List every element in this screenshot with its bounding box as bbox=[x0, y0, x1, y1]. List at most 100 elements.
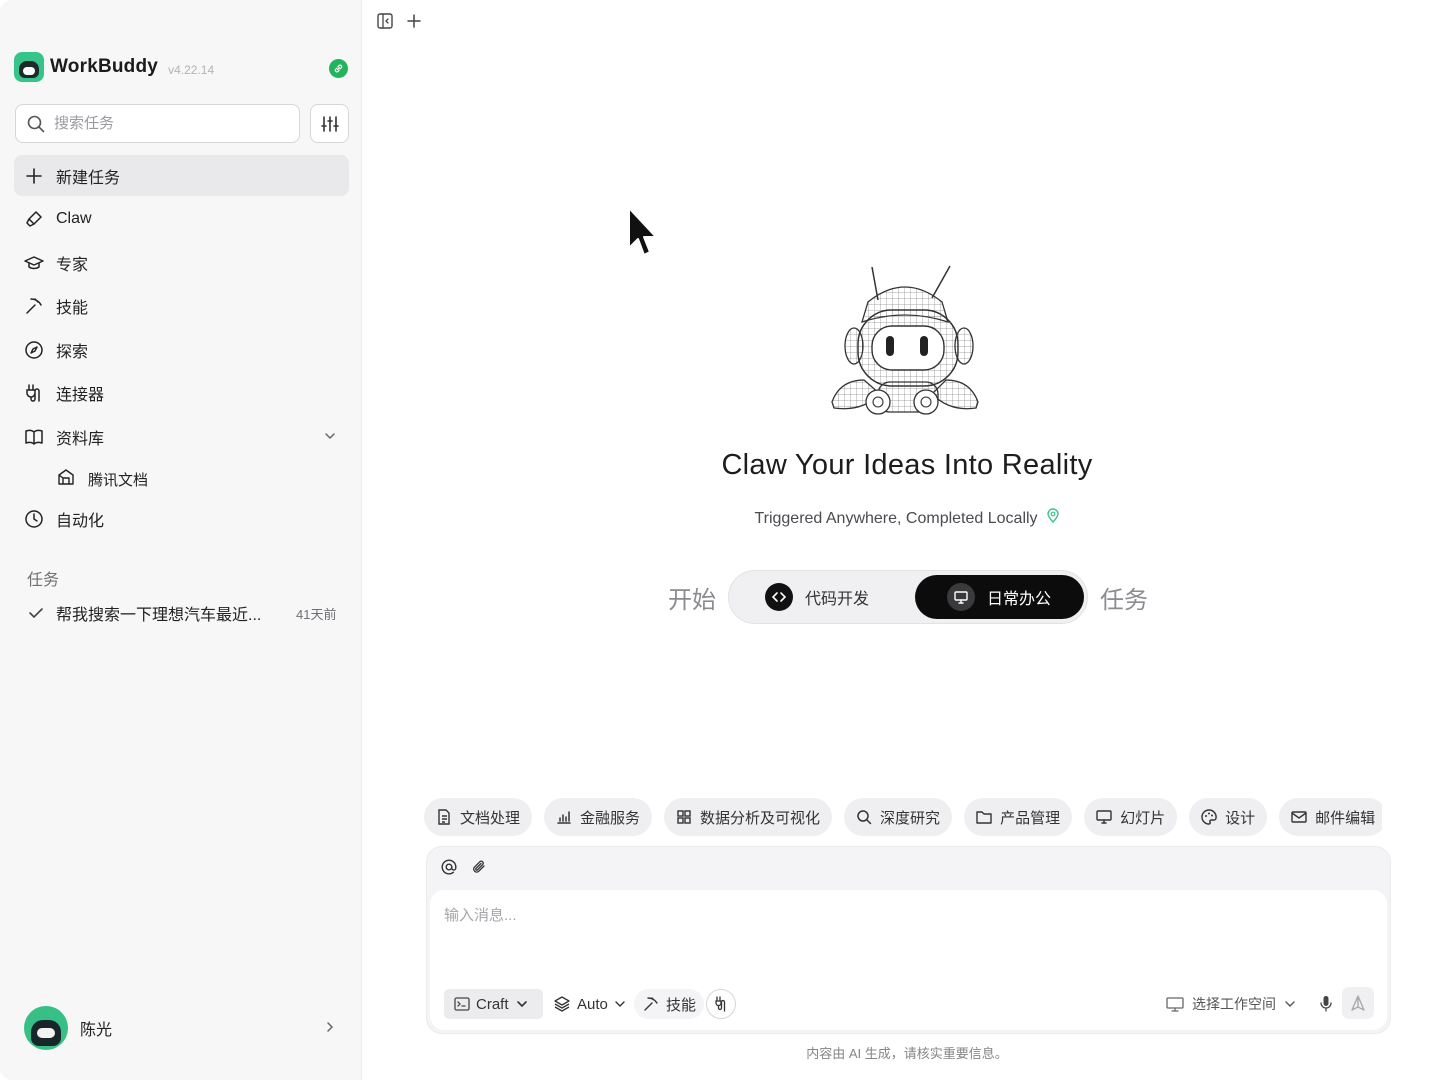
chip-slides[interactable]: 幻灯片 bbox=[1084, 798, 1178, 836]
ai-disclaimer: 内容由 AI 生成，请核实重要信息。 bbox=[806, 1046, 1008, 1061]
chip-deep-research[interactable]: 深度研究 bbox=[844, 798, 953, 836]
sidebar-item-connectors[interactable]: 连接器 bbox=[14, 373, 349, 414]
attachment-icon[interactable] bbox=[471, 859, 487, 880]
user-profile[interactable]: 陈光 bbox=[24, 1005, 344, 1051]
filter-button[interactable] bbox=[310, 104, 349, 143]
terminal-icon bbox=[454, 997, 470, 1011]
chevron-down-icon bbox=[516, 1001, 527, 1008]
message-input[interactable] bbox=[444, 904, 1344, 964]
check-icon bbox=[29, 608, 43, 619]
layers-icon bbox=[554, 996, 570, 1012]
sidebar-toggle-icon[interactable] bbox=[376, 12, 394, 35]
sidebar-item-label: 探索 bbox=[56, 343, 89, 361]
document-icon bbox=[438, 809, 450, 825]
code-icon bbox=[765, 583, 793, 611]
chip-label: 邮件编辑 bbox=[1315, 809, 1376, 827]
chip-product-management[interactable]: 产品管理 bbox=[964, 798, 1073, 836]
sidebar: WorkBuddy v4.22.14 新建任务 Claw 专家 技能 探索 bbox=[0, 0, 362, 1080]
chip-doc-processing[interactable]: 文档处理 bbox=[424, 798, 533, 836]
search-input[interactable] bbox=[54, 115, 274, 132]
pickaxe-icon bbox=[24, 296, 44, 316]
new-tab-plus-icon[interactable] bbox=[406, 13, 422, 34]
mode-toggle[interactable]: 代码开发 日常办公 bbox=[728, 570, 1088, 624]
avatar bbox=[24, 1006, 68, 1050]
microphone-icon bbox=[1320, 996, 1332, 1012]
craft-mode-dropdown[interactable]: Craft bbox=[444, 989, 543, 1019]
plug-icon bbox=[715, 996, 726, 1012]
craft-label: Craft bbox=[476, 995, 509, 1013]
chip-label: 文档处理 bbox=[460, 809, 521, 827]
tencent-docs-icon bbox=[56, 467, 76, 491]
chevron-right-icon bbox=[324, 1020, 336, 1039]
tasks-section-title: 任务 bbox=[27, 572, 60, 589]
mode-prefix: 开始 bbox=[668, 586, 716, 614]
chip-data-analysis[interactable]: 数据分析及可视化 bbox=[664, 798, 833, 836]
grid-icon bbox=[677, 810, 691, 824]
palette-icon bbox=[1201, 809, 1217, 825]
composer-tools bbox=[441, 859, 487, 880]
book-open-icon bbox=[24, 427, 44, 447]
message-composer: Craft Auto 技能 选择工作空间 bbox=[426, 846, 1391, 1034]
chip-email[interactable]: 邮件编辑 bbox=[1279, 798, 1382, 836]
monitor-icon bbox=[1166, 997, 1184, 1012]
brand: WorkBuddy v4.22.14 bbox=[14, 52, 214, 82]
pickaxe-icon bbox=[644, 997, 658, 1011]
chip-label: 产品管理 bbox=[1000, 809, 1061, 827]
sidebar-item-label: 自动化 bbox=[56, 512, 105, 530]
presentation-icon bbox=[1096, 810, 1112, 824]
sliders-icon bbox=[320, 115, 339, 132]
task-time: 41天前 bbox=[296, 606, 337, 622]
chip-label: 数据分析及可视化 bbox=[700, 809, 821, 827]
sidebar-item-label: 腾讯文档 bbox=[88, 471, 149, 489]
search-icon bbox=[857, 810, 872, 825]
send-button[interactable] bbox=[1342, 987, 1374, 1019]
mode-option-label: 日常办公 bbox=[987, 591, 1052, 608]
chip-finance[interactable]: 金融服务 bbox=[544, 798, 653, 836]
sidebar-item-skills[interactable]: 技能 bbox=[14, 286, 349, 327]
sidebar-item-claw[interactable]: Claw bbox=[14, 199, 349, 240]
sidebar-item-label: 连接器 bbox=[56, 387, 105, 405]
connection-status-icon[interactable] bbox=[329, 59, 348, 78]
user-name: 陈光 bbox=[80, 1022, 113, 1039]
mention-icon[interactable] bbox=[441, 859, 457, 880]
chip-design[interactable]: 设计 bbox=[1189, 798, 1268, 836]
sidebar-item-label: 资料库 bbox=[56, 431, 105, 449]
model-dropdown[interactable]: Auto bbox=[553, 989, 626, 1019]
sidebar-subitem-tencent-docs[interactable]: 腾讯文档 bbox=[14, 460, 349, 498]
chevron-down-icon bbox=[1285, 1001, 1295, 1007]
mail-icon bbox=[1291, 811, 1307, 823]
sidebar-item-label: 新建任务 bbox=[56, 169, 121, 187]
task-list-item[interactable]: 帮我搜索一下理想汽车最近... 41天前 bbox=[14, 594, 349, 632]
sidebar-item-automation[interactable]: 自动化 bbox=[14, 498, 349, 539]
mode-row: 开始 代码开发 日常办公 任务 bbox=[668, 570, 1148, 624]
chip-label: 深度研究 bbox=[880, 809, 941, 827]
sidebar-item-experts[interactable]: 专家 bbox=[14, 242, 349, 283]
skill-button[interactable]: 技能 bbox=[634, 989, 705, 1019]
monitor-icon bbox=[947, 583, 975, 611]
mode-option-office[interactable]: 日常办公 bbox=[915, 575, 1084, 619]
mode-option-code[interactable]: 代码开发 bbox=[765, 575, 869, 619]
compass-icon bbox=[24, 340, 44, 360]
clock-icon bbox=[24, 509, 44, 529]
chip-label: 设计 bbox=[1225, 809, 1256, 827]
search-box[interactable] bbox=[15, 104, 300, 143]
chevron-down-icon[interactable] bbox=[323, 429, 337, 448]
sidebar-item-library[interactable]: 资料库 bbox=[14, 417, 349, 458]
search-icon bbox=[27, 115, 45, 132]
skill-label: 技能 bbox=[666, 996, 697, 1014]
microphone-button[interactable] bbox=[1314, 989, 1338, 1019]
topbar bbox=[376, 12, 422, 35]
sidebar-item-new-task[interactable]: 新建任务 bbox=[14, 155, 349, 196]
prompt-chips: 文档处理 金融服务 数据分析及可视化 深度研究 产品管理 幻灯片 设计 邮件编辑 bbox=[424, 798, 1382, 836]
sidebar-item-explore[interactable]: 探索 bbox=[14, 329, 349, 370]
sidebar-item-label: 技能 bbox=[56, 300, 89, 318]
bar-chart-icon bbox=[557, 811, 571, 824]
workspace-dropdown[interactable]: 选择工作空间 bbox=[1166, 989, 1296, 1019]
plus-icon bbox=[24, 166, 44, 186]
connector-button[interactable] bbox=[706, 989, 736, 1019]
app-name: WorkBuddy bbox=[50, 56, 159, 77]
mouse-cursor-icon bbox=[626, 206, 658, 265]
plug-icon bbox=[24, 383, 44, 403]
mode-option-label: 代码开发 bbox=[805, 591, 870, 608]
hero-subtitle-row: Triggered Anywhere, Completed Locally bbox=[362, 508, 1452, 529]
